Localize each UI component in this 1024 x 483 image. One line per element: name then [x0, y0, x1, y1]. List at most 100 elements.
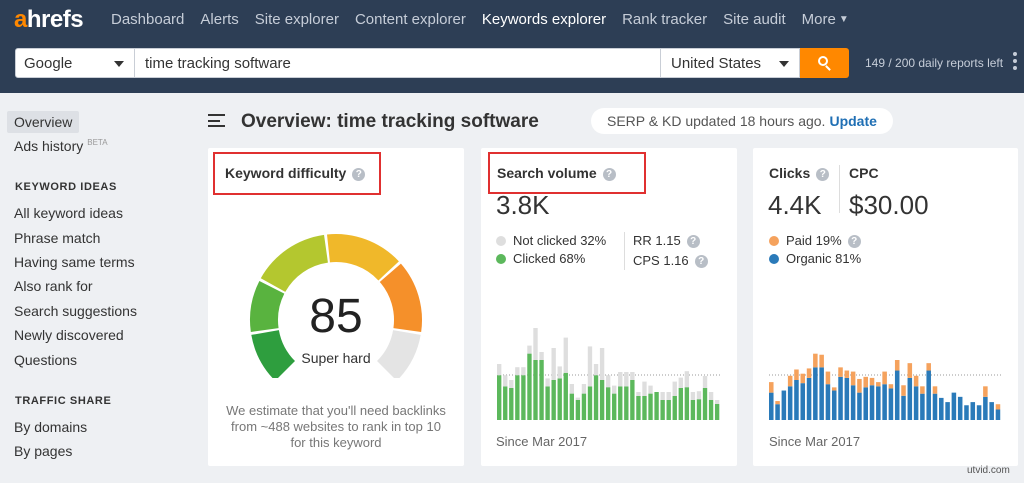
bar-clicked[interactable]: [545, 386, 550, 420]
bar-not-clicked[interactable]: [660, 392, 665, 400]
search-button[interactable]: [800, 48, 849, 78]
bar-paid[interactable]: [995, 404, 1001, 410]
nav-content-explorer[interactable]: Content explorer: [355, 11, 466, 28]
keyword-search-input[interactable]: [135, 48, 661, 78]
bar-organic[interactable]: [970, 402, 976, 420]
bar-clicked[interactable]: [587, 386, 593, 420]
bar-paid[interactable]: [813, 353, 818, 368]
bar-clicked[interactable]: [497, 375, 502, 420]
nav-keywords-explorer[interactable]: Keywords explorer: [482, 11, 606, 28]
bar-not-clicked[interactable]: [497, 364, 502, 376]
bar-not-clicked[interactable]: [527, 345, 532, 354]
bar-paid[interactable]: [850, 371, 856, 386]
bar-clicked[interactable]: [605, 387, 611, 420]
bar-organic[interactable]: [769, 392, 774, 420]
bar-clicked[interactable]: [654, 392, 659, 420]
bar-organic[interactable]: [825, 384, 831, 420]
sidebar-item-by-domains[interactable]: By domains: [14, 419, 87, 435]
bar-organic[interactable]: [819, 367, 824, 420]
bar-clicked[interactable]: [690, 400, 696, 420]
bar-paid[interactable]: [844, 370, 850, 378]
bar-organic[interactable]: [781, 390, 787, 420]
bar-not-clicked[interactable]: [714, 400, 720, 404]
bar-clicked[interactable]: [509, 388, 514, 420]
country-select[interactable]: United States: [661, 48, 800, 78]
bar-clicked[interactable]: [527, 353, 532, 420]
sidebar-item-also-rank-for[interactable]: Also rank for: [14, 278, 93, 294]
sidebar-item-overview[interactable]: Overview: [7, 111, 80, 133]
bar-clicked[interactable]: [551, 380, 556, 420]
bar-organic[interactable]: [813, 367, 818, 420]
bar-not-clicked[interactable]: [599, 348, 605, 380]
bar-not-clicked[interactable]: [557, 366, 562, 379]
bar-not-clicked[interactable]: [533, 328, 538, 360]
bar-organic[interactable]: [989, 402, 994, 420]
bar-organic[interactable]: [901, 395, 906, 420]
bar-clicked[interactable]: [666, 400, 671, 420]
bar-organic[interactable]: [838, 376, 843, 420]
hamburger-menu-icon[interactable]: [208, 114, 225, 127]
bar-organic[interactable]: [894, 370, 900, 420]
nav-site-explorer[interactable]: Site explorer: [255, 11, 339, 28]
bar-organic[interactable]: [800, 383, 806, 420]
bar-organic[interactable]: [850, 385, 856, 420]
bar-organic[interactable]: [907, 377, 913, 420]
bar-organic[interactable]: [995, 409, 1001, 420]
bar-clicked[interactable]: [612, 393, 617, 420]
bar-paid[interactable]: [806, 368, 812, 378]
bar-organic[interactable]: [957, 396, 963, 420]
bar-organic[interactable]: [831, 390, 837, 420]
bar-organic[interactable]: [976, 405, 982, 420]
bar-clicked[interactable]: [648, 393, 653, 420]
nav-site-audit[interactable]: Site audit: [723, 11, 786, 28]
bar-not-clicked[interactable]: [684, 371, 690, 388]
bar-clicked[interactable]: [708, 400, 714, 420]
bar-paid[interactable]: [863, 376, 868, 388]
bar-paid[interactable]: [932, 386, 938, 394]
help-icon[interactable]: ?: [686, 235, 700, 248]
bar-clicked[interactable]: [672, 396, 677, 420]
bar-not-clicked[interactable]: [509, 380, 514, 388]
bar-clicked[interactable]: [684, 387, 690, 420]
bar-clicked[interactable]: [515, 375, 520, 420]
bar-not-clicked[interactable]: [581, 384, 587, 394]
bar-not-clicked[interactable]: [648, 385, 653, 394]
bar-clicked[interactable]: [575, 400, 581, 420]
bar-paid[interactable]: [794, 369, 799, 380]
bar-not-clicked[interactable]: [630, 372, 635, 380]
bar-organic[interactable]: [945, 402, 950, 420]
bar-clicked[interactable]: [642, 396, 647, 420]
bar-organic[interactable]: [939, 397, 944, 420]
bar-organic[interactable]: [857, 392, 862, 420]
bar-not-clicked[interactable]: [666, 392, 671, 400]
bar-not-clicked[interactable]: [593, 364, 599, 376]
bar-not-clicked[interactable]: [569, 384, 575, 394]
help-icon[interactable]: ?: [816, 168, 830, 181]
bar-clicked[interactable]: [618, 386, 623, 420]
bar-not-clicked[interactable]: [618, 372, 623, 387]
bar-paid[interactable]: [876, 382, 881, 387]
bar-clicked[interactable]: [569, 393, 575, 420]
bar-paid[interactable]: [831, 387, 837, 391]
bar-paid[interactable]: [983, 386, 988, 397]
nav-more[interactable]: More ▼: [802, 11, 849, 28]
bar-organic[interactable]: [964, 405, 969, 420]
bar-not-clicked[interactable]: [642, 381, 647, 396]
bar-not-clicked[interactable]: [672, 381, 677, 396]
help-icon[interactable]: ?: [847, 235, 861, 248]
bar-paid[interactable]: [857, 378, 862, 393]
bar-paid[interactable]: [819, 354, 824, 368]
bar-organic[interactable]: [983, 396, 988, 420]
sidebar-item-phrase-match[interactable]: Phrase match: [14, 230, 100, 246]
bar-not-clicked[interactable]: [612, 385, 617, 394]
bar-paid[interactable]: [825, 371, 831, 385]
bar-clicked[interactable]: [539, 360, 544, 420]
bar-organic[interactable]: [920, 393, 925, 420]
bar-clicked[interactable]: [624, 386, 629, 420]
bar-clicked[interactable]: [630, 380, 635, 420]
bar-paid[interactable]: [894, 360, 900, 371]
bar-organic[interactable]: [863, 387, 868, 420]
bar-not-clicked[interactable]: [636, 392, 641, 396]
bar-not-clicked[interactable]: [587, 346, 593, 387]
more-options-icon[interactable]: [1013, 52, 1017, 70]
